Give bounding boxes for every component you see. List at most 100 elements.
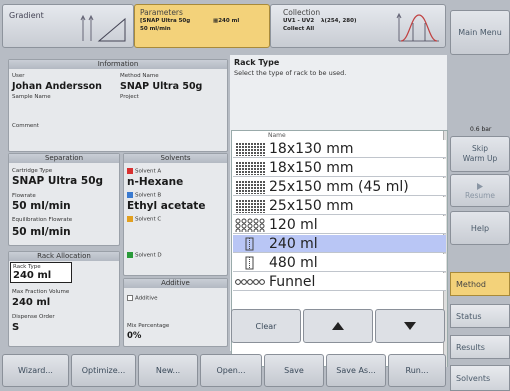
solvent-c-label-text: Solvent C [135, 216, 162, 223]
flowrate-label: Flowrate [12, 193, 36, 199]
triangle-down-icon [404, 322, 416, 330]
solvent-a-value[interactable]: n-Hexane [127, 176, 183, 188]
solvent-d-label[interactable]: Solvent D [127, 252, 162, 259]
tube-rack-icon [236, 161, 265, 175]
tab-status[interactable]: Status [450, 304, 510, 328]
optimize-button[interactable]: Optimize... [71, 354, 136, 387]
rack-list-item[interactable]: 18x130 mm [233, 140, 446, 158]
user-label: User [12, 73, 25, 79]
tab-solvents[interactable]: Solvents [450, 365, 510, 391]
collection-title: Collection [283, 8, 321, 17]
rack-list-item[interactable]: 480 ml [233, 254, 446, 272]
additive-label-text: Additive [135, 295, 158, 302]
solvent-b-value[interactable]: Ethyl acetate [127, 200, 205, 212]
sample-name-label[interactable]: Sample Name [12, 94, 51, 100]
additive-header: Additive [124, 279, 227, 288]
tube-rack-icon [236, 142, 265, 156]
solvent-b-label[interactable]: Solvent B [127, 192, 161, 199]
solvent-d-color-icon [127, 252, 133, 258]
pressure-readout: 0.6 bar [470, 126, 492, 133]
rack-type-value: 240 ml [13, 270, 52, 281]
bottle-rack-icon [245, 237, 254, 250]
collection-panel[interactable]: Collection UV1 - UV2 λ(254, 280) Collect… [270, 4, 446, 48]
wizard-button[interactable]: Wizard... [2, 354, 69, 387]
parameters-flow: 50 ml/min [140, 26, 171, 32]
cartridge-value[interactable]: SNAP Ultra 50g [12, 175, 103, 187]
rack-list-item-label: 25x150 mm [269, 197, 354, 214]
max-fraction-volume-value[interactable]: 240 ml [12, 297, 50, 308]
new-button[interactable]: New... [138, 354, 198, 387]
rack-type-subtitle: Select the type of rack to be used. [234, 69, 347, 77]
rack-type-selector: Rack Type Select the type of rack to be … [230, 55, 448, 367]
gradient-label: Gradient [9, 11, 44, 20]
list-header-name[interactable]: Name [268, 132, 286, 139]
rack-type-field[interactable]: Rack Type 240 ml [10, 262, 72, 283]
solvent-b-label-text: Solvent B [135, 192, 162, 199]
project-label[interactable]: Project [120, 94, 139, 100]
scroll-up-button[interactable] [303, 309, 373, 343]
save-button[interactable]: Save [264, 354, 324, 387]
rack-allocation-panel: Rack Allocation Rack Type 240 ml Max Fra… [8, 251, 120, 347]
help-button[interactable]: Help [450, 211, 510, 245]
rack-list-item-label: 18x150 mm [269, 159, 354, 176]
parameters-volume-value: 240 ml [218, 18, 240, 24]
main-menu-button[interactable]: Main Menu [450, 10, 510, 55]
rack-list-item[interactable]: 25x150 mm [233, 197, 446, 215]
play-icon [477, 182, 483, 190]
information-panel: Information User Johan Andersson Method … [8, 59, 228, 152]
separation-header: Separation [9, 154, 119, 163]
dispense-order-label: Dispense Order [12, 314, 55, 320]
run-button[interactable]: Run... [388, 354, 446, 387]
rack-list-item[interactable]: 18x150 mm [233, 159, 446, 177]
method-name-value[interactable]: SNAP Ultra 50g [120, 81, 202, 92]
additive-checkbox-icon[interactable] [127, 295, 133, 301]
flowrate-value[interactable]: 50 ml/min [12, 200, 71, 212]
save-as-button[interactable]: Save As... [326, 354, 386, 387]
solvent-a-label-text: Solvent A [135, 168, 162, 175]
parameters-cartridge: [SNAP Ultra 50g [140, 18, 191, 24]
equilibration-flowrate-label: Equilibration Flowrate [12, 217, 73, 223]
skip-warm-up-label: Skip Warm Up [462, 144, 498, 163]
solvent-c-color-icon [127, 216, 133, 222]
tab-method[interactable]: Method [450, 272, 510, 296]
solvent-b-color-icon [127, 192, 133, 198]
rack-type-title: Rack Type [234, 58, 280, 67]
solvents-panel: Solvents Solvent A n-Hexane Solvent B Et… [123, 153, 228, 276]
resume-label: Resume [464, 190, 496, 200]
additive-panel: Additive Additive Mix Percentage 0% [123, 278, 228, 347]
scroll-down-button[interactable] [375, 309, 445, 343]
solvent-d-label-text: Solvent D [135, 252, 162, 259]
user-value[interactable]: Johan Andersson [12, 81, 102, 92]
tube-rack-icon [236, 180, 265, 194]
mix-percentage-value[interactable]: 0% [127, 331, 141, 341]
rack-list-item[interactable]: Funnel [233, 273, 446, 291]
gradient-panel[interactable]: Gradient [2, 4, 134, 48]
solvent-a-color-icon [127, 168, 133, 174]
method-name-label: Method Name [120, 73, 159, 79]
tube-rack-icon [236, 199, 265, 213]
clear-button[interactable]: Clear [231, 309, 301, 343]
comment-label[interactable]: Comment [12, 123, 39, 129]
resume-button[interactable]: Resume [450, 174, 510, 207]
skip-warm-up-button[interactable]: Skip Warm Up [450, 136, 510, 172]
mix-percentage-label: Mix Percentage [127, 323, 170, 329]
parameters-panel[interactable]: Parameters [SNAP Ultra 50g 50 ml/min ▦24… [134, 4, 270, 48]
rack-list-item[interactable]: 240 ml [233, 235, 446, 253]
additive-label[interactable]: Additive [127, 295, 158, 302]
tab-results[interactable]: Results [450, 335, 510, 359]
rack-allocation-header: Rack Allocation [9, 252, 119, 261]
equilibration-flowrate-value[interactable]: 50 ml/min [12, 226, 71, 238]
collection-wavelengths: λ(254, 280) [321, 18, 357, 24]
peak-icon [396, 12, 439, 42]
open-button[interactable]: Open... [200, 354, 262, 387]
rack-list-item[interactable]: 120 ml [233, 216, 446, 234]
solvent-a-label[interactable]: Solvent A [127, 168, 161, 175]
rack-list-item[interactable]: 25x150 mm (45 ml) [233, 178, 446, 196]
dispense-order-value[interactable]: S [12, 322, 19, 333]
rack-list-item-label: 240 ml [269, 235, 318, 252]
parameters-volume: ▦240 ml [213, 18, 239, 24]
rack-list-item-label: 120 ml [269, 216, 318, 233]
triangle-up-icon [332, 322, 344, 330]
solvent-c-label[interactable]: Solvent C [127, 216, 161, 223]
bottle-rack-icon [245, 256, 254, 269]
